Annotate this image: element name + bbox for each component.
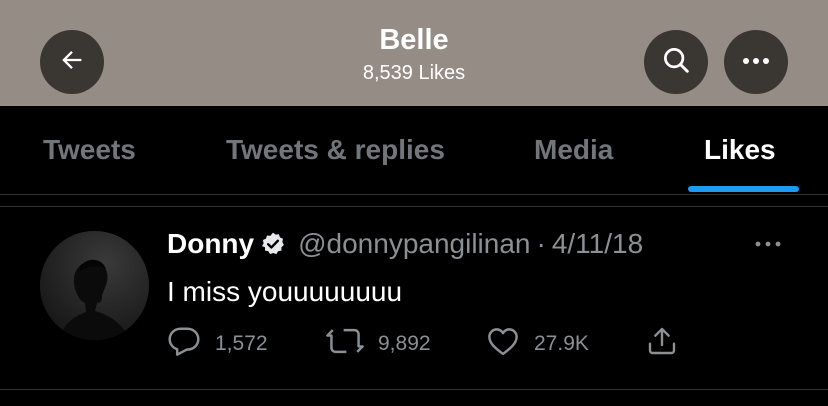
reply-icon xyxy=(167,326,215,362)
reply-count: 1,572 xyxy=(215,332,268,355)
more-icon xyxy=(741,53,771,71)
search-icon xyxy=(661,45,691,80)
tab-media[interactable]: Media xyxy=(534,134,613,166)
tweet-more-button[interactable] xyxy=(752,237,784,251)
more-horizontal-icon xyxy=(753,235,783,253)
verified-badge-icon xyxy=(260,231,286,257)
retweet-icon xyxy=(326,326,378,362)
like-button[interactable]: 27.9K xyxy=(486,326,589,362)
tweet-date[interactable]: 4/11/18 xyxy=(552,228,643,260)
retweet-button[interactable]: 9,892 xyxy=(326,326,431,362)
active-tab-indicator xyxy=(688,186,799,192)
tab-tweets[interactable]: Tweets xyxy=(43,134,136,166)
heart-icon xyxy=(486,326,534,362)
avatar[interactable] xyxy=(40,231,149,340)
profile-header: Belle 8,539 Likes xyxy=(0,0,828,106)
tab-likes[interactable]: Likes xyxy=(704,134,776,166)
retweet-count: 9,892 xyxy=(378,332,431,355)
more-button[interactable] xyxy=(724,30,788,94)
tweet-text: I miss youuuuuuuu xyxy=(167,276,403,307)
profile-tabs: Tweets Tweets & replies Media Likes xyxy=(0,106,828,195)
share-icon xyxy=(646,325,692,363)
tweet-header: Donny @donnypangilinan · 4/11/18 xyxy=(167,228,643,260)
author-handle[interactable]: @donnypangilinan xyxy=(298,228,530,260)
tweet[interactable]: Donny @donnypangilinan · 4/11/18 I miss … xyxy=(0,206,828,390)
reply-button[interactable]: 1,572 xyxy=(167,326,268,362)
like-count: 27.9K xyxy=(534,332,589,355)
search-button[interactable] xyxy=(644,30,708,94)
share-button[interactable] xyxy=(646,327,692,359)
header-separator: · xyxy=(536,228,546,259)
tab-tweets-and-replies[interactable]: Tweets & replies xyxy=(226,134,445,166)
author-name[interactable]: Donny xyxy=(167,228,254,260)
